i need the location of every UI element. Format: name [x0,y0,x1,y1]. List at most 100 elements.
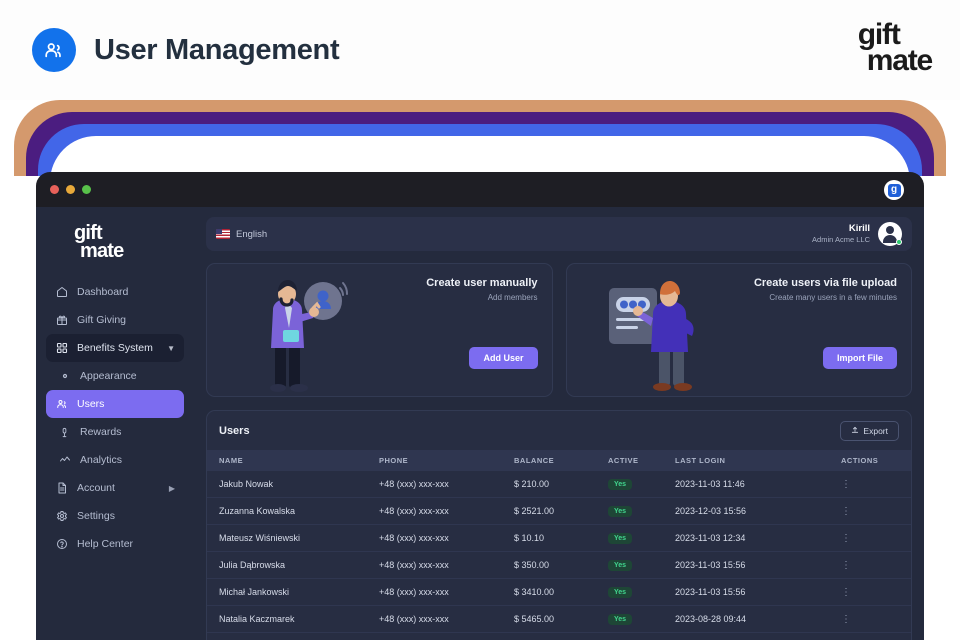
favicon-badge: g [884,180,904,200]
user-profile-menu[interactable]: Kirill Admin Acme LLC [812,222,902,246]
cell-name: Michał Jankowski [207,579,367,606]
column-header-phone[interactable]: PHONE [367,450,502,471]
sidebar: gift mate Dashboard Gift Giving Bene [36,207,194,640]
kebab-menu-icon[interactable]: ⋮ [841,533,851,544]
person-at-contact-list-illustration [607,274,722,397]
cell-active: Yes [596,498,663,525]
cell-actions: ⋮ [829,579,911,606]
cell-balance [502,633,596,640]
decorative-color-stripes [0,96,960,176]
sidebar-item-dashboard[interactable]: Dashboard [46,278,184,306]
cell-last-login [663,633,829,640]
column-header-last-login[interactable]: LAST LOGIN [663,450,829,471]
cell-balance: $ 350.00 [502,552,596,579]
cell-active: Yes [596,579,663,606]
users-table-thead: NAME PHONE BALANCE ACTIVE LAST LOGIN ACT… [207,450,911,471]
minimize-window-icon[interactable] [66,185,75,194]
person-pointing-at-avatar-illustration [247,274,352,397]
kebab-menu-icon[interactable]: ⋮ [841,560,851,571]
avatar[interactable] [878,222,902,246]
cell-actions: ⋮ [829,498,911,525]
cell-last-login: 2023-12-03 15:56 [663,498,829,525]
status-badge: Yes [608,587,632,598]
sidebar-item-rewards[interactable]: Rewards [46,418,184,446]
table-row[interactable]: Jakub Nowak +48 (xxx) xxx-xxx $ 210.00 Y… [207,471,911,498]
us-flag-icon [216,229,230,239]
header-left-group: User Management [32,28,339,72]
cell-phone: +48 (xxx) xxx-xxx [367,579,502,606]
language-selector[interactable]: English [216,229,267,240]
cell-active: Yes [596,606,663,633]
cell-actions: ⋮ [829,525,911,552]
column-header-actions: ACTIONS [829,450,911,471]
upload-icon [851,426,859,436]
status-badge: Yes [608,533,632,544]
table-row[interactable]: Mateusz Wiśniewski +48 (xxx) xxx-xxx $ 1… [207,525,911,552]
cell-phone [367,633,502,640]
kebab-menu-icon[interactable]: ⋮ [841,614,851,625]
sidebar-item-settings[interactable]: Settings [46,502,184,530]
kebab-menu-icon[interactable]: ⋮ [841,479,851,490]
cell-phone: +48 (xxx) xxx-xxx [367,471,502,498]
sidebar-item-label: Dashboard [77,286,128,298]
cell-active: Yes [596,471,663,498]
card-subtitle: Create many users in a few minutes [754,293,897,302]
cell-balance: $ 3410.00 [502,579,596,606]
home-icon [55,286,68,299]
window-titlebar: g [36,172,924,207]
table-row[interactable]: Julia Dąbrowska +48 (xxx) xxx-xxx $ 350.… [207,552,911,579]
sidebar-item-benefits-system[interactable]: Benefits System ▼ [46,334,184,362]
cell-balance: $ 5465.00 [502,606,596,633]
maximize-window-icon[interactable] [82,185,91,194]
help-icon [55,538,68,551]
sidebar-item-help-center[interactable]: Help Center [46,530,184,558]
kebab-menu-icon[interactable]: ⋮ [841,587,851,598]
cell-active: Yes [596,525,663,552]
users-table-body: Jakub Nowak +48 (xxx) xxx-xxx $ 210.00 Y… [207,471,911,640]
card-text-group: Create user manually Add members [426,277,537,302]
chevron-right-icon[interactable]: ▶ [169,484,175,493]
add-user-button[interactable]: Add User [469,347,537,369]
users-table: NAME PHONE BALANCE ACTIVE LAST LOGIN ACT… [207,450,911,640]
sidebar-item-gift-giving[interactable]: Gift Giving [46,306,184,334]
cell-name: Zuzanna Kowalska [207,498,367,525]
sidebar-item-users[interactable]: Users [46,390,184,418]
sidebar-item-label: Analytics [80,454,122,466]
close-window-icon[interactable] [50,185,59,194]
card-subtitle: Add members [426,293,537,302]
export-button[interactable]: Export [840,421,899,441]
sidebar-item-label: Help Center [77,538,133,550]
app-body: gift mate Dashboard Gift Giving Bene [36,207,924,640]
cell-balance: $ 10.10 [502,525,596,552]
sidebar-item-label: Settings [77,510,115,522]
import-file-button[interactable]: Import File [823,347,897,369]
online-status-icon [896,239,902,245]
kebab-menu-icon[interactable]: ⋮ [841,506,851,517]
chevron-down-icon[interactable]: ▼ [167,344,175,353]
status-badge: Yes [608,506,632,517]
user-text-group: Kirill Admin Acme LLC [812,223,870,244]
cell-name [207,633,367,640]
table-row[interactable]: Zuzanna Kowalska +48 (xxx) xxx-xxx $ 252… [207,498,911,525]
column-header-active[interactable]: ACTIVE [596,450,663,471]
user-role: Admin Acme LLC [812,235,870,244]
sidebar-item-analytics[interactable]: Analytics [46,446,184,474]
brand-logo: gift mate [858,22,932,75]
sidebar-item-appearance[interactable]: Appearance [46,362,184,390]
traffic-lights [50,185,91,194]
table-row[interactable]: Michał Jankowski +48 (xxx) xxx-xxx $ 341… [207,579,911,606]
column-header-balance[interactable]: BALANCE [502,450,596,471]
table-row[interactable]: Natalia Kaczmarek +48 (xxx) xxx-xxx $ 54… [207,606,911,633]
cell-name: Mateusz Wiśniewski [207,525,367,552]
user-name: Kirill [812,223,870,235]
sidebar-logo-line2: mate [80,243,194,261]
sidebar-logo: gift mate [74,225,194,260]
column-header-name[interactable]: NAME [207,450,367,471]
create-user-manually-card: Create user manually Add members Add Use… [206,263,553,397]
cell-last-login: 2023-11-03 12:34 [663,525,829,552]
cell-phone: +48 (xxx) xxx-xxx [367,606,502,633]
sidebar-item-label: Gift Giving [77,314,126,326]
sidebar-item-account[interactable]: Account ▶ [46,474,184,502]
page-header: User Management gift mate [0,0,960,100]
table-row[interactable] [207,633,911,640]
